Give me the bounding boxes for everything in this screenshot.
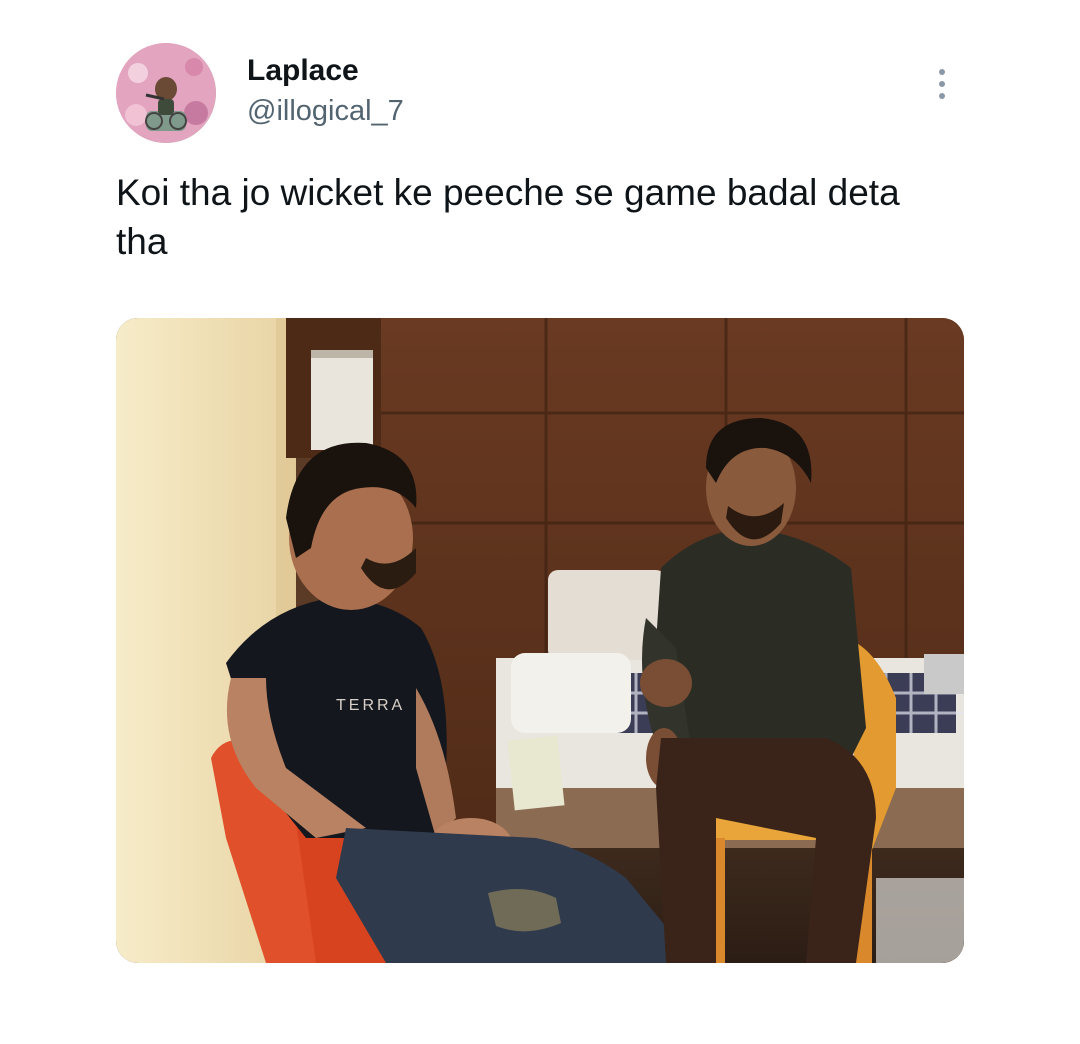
tshirt-print: TERRA: [336, 697, 405, 714]
more-vertical-icon: [939, 69, 945, 75]
tweet-media-photo[interactable]: TERRA: [116, 318, 964, 963]
author-avatar[interactable]: [116, 43, 216, 143]
more-vertical-icon-dot: [939, 93, 945, 99]
more-options-button[interactable]: [922, 62, 962, 106]
avatar-image-icon: [116, 43, 216, 143]
more-vertical-icon-dot: [939, 81, 945, 87]
tweet-card: Laplace @illogical_7 Koi tha jo wicket k…: [0, 0, 1080, 1044]
photo-image-icon: TERRA: [116, 318, 964, 963]
tweet-text: Koi tha jo wicket ke peeche se game bada…: [116, 172, 900, 262]
author-handle[interactable]: @illogical_7: [247, 94, 404, 128]
author-info: Laplace @illogical_7: [247, 54, 404, 128]
author-display-name[interactable]: Laplace: [247, 54, 404, 88]
